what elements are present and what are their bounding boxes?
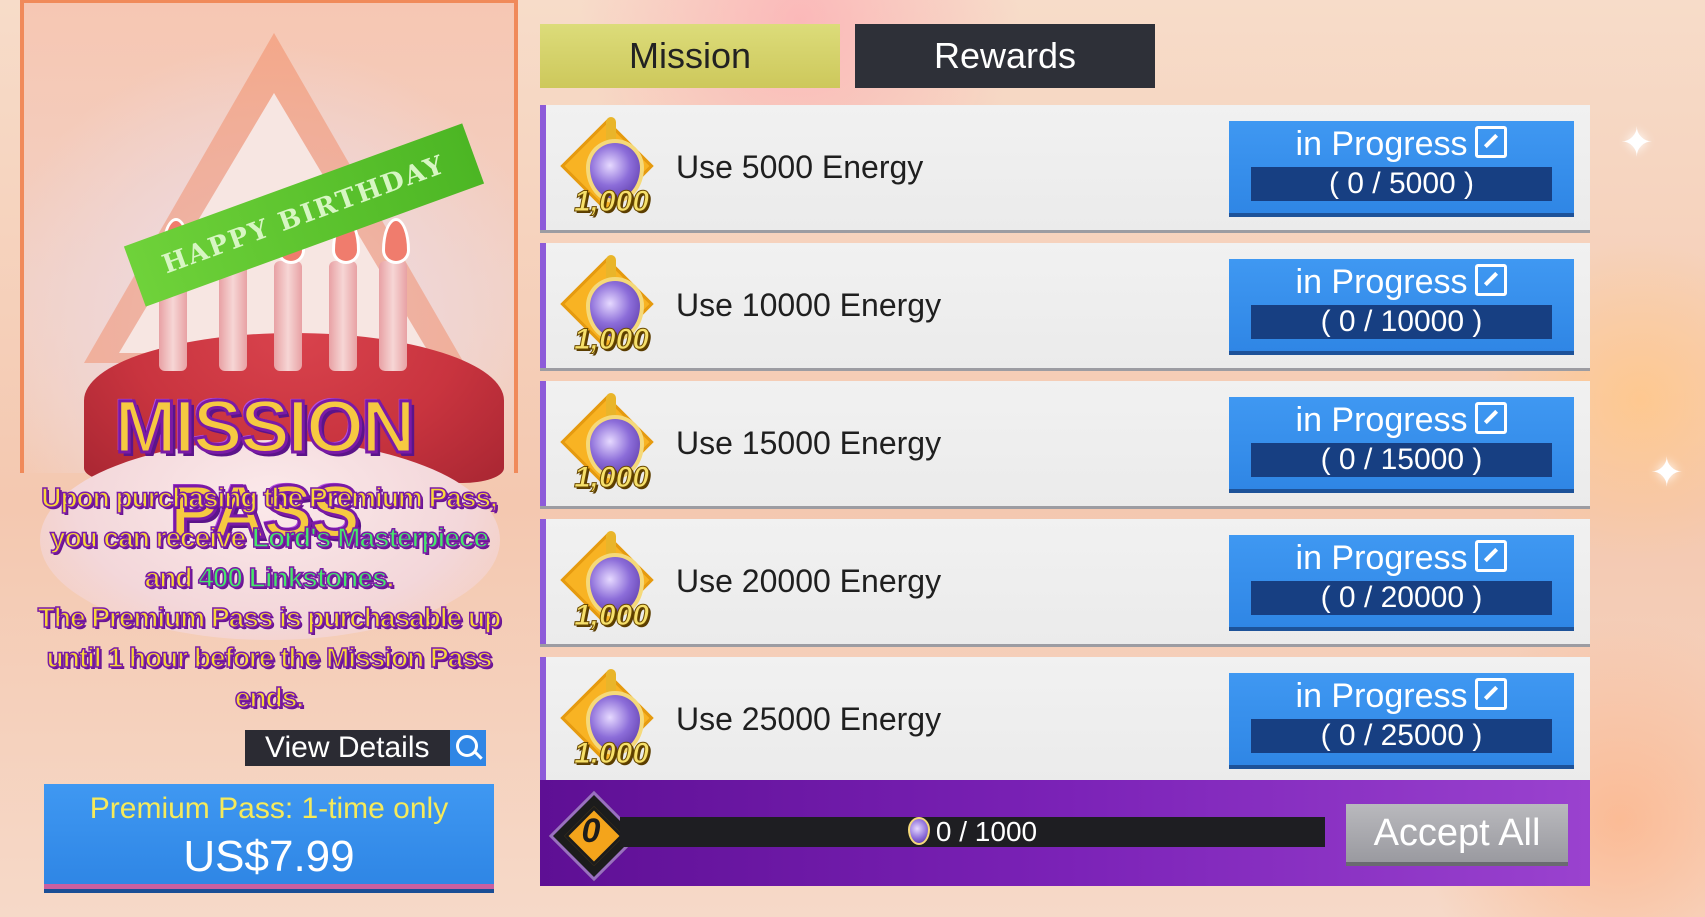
premium-pass-price: US$7.99	[183, 832, 355, 881]
view-details-button[interactable]: View Details	[245, 730, 486, 766]
status-header: in Progress	[1229, 259, 1574, 305]
external-link-icon	[1475, 402, 1508, 434]
reward-amount: 1,000	[573, 185, 650, 219]
search-icon	[449, 730, 486, 766]
status-header: in Progress	[1229, 535, 1574, 581]
desc-line: until 1 hour before the Mission Pass	[46, 641, 493, 674]
view-details-label: View Details	[245, 730, 450, 766]
accept-all-button[interactable]: Accept All	[1346, 804, 1568, 862]
mission-row: 1,000 Use 20000 Energy in Progress ( 0 /…	[540, 519, 1590, 644]
status-label: in Progress	[1295, 125, 1468, 163]
pass-progress-text: 0 / 1000	[620, 817, 1325, 847]
reward-amount: 1,000	[573, 461, 650, 495]
external-link-icon	[1475, 678, 1508, 710]
desc-text: and	[144, 561, 199, 594]
reward-amount: 1.000	[573, 737, 650, 771]
mission-progress: ( 0 / 15000 )	[1251, 443, 1552, 477]
pass-level: 0	[581, 812, 601, 850]
mission-label: Use 15000 Energy	[676, 425, 942, 461]
desc-text: .	[386, 561, 395, 594]
level-badge-icon: 0	[548, 790, 640, 882]
external-link-icon	[1475, 264, 1508, 296]
desc-line: and 400 Linkstones.	[24, 558, 514, 598]
status-header: in Progress	[1229, 397, 1574, 443]
mission-status-button[interactable]: in Progress ( 0 / 10000 )	[1229, 259, 1574, 351]
mission-row: 1,000 Use 5000 Energy in Progress ( 0 / …	[540, 105, 1590, 230]
mission-row: 1,000 Use 10000 Energy in Progress ( 0 /…	[540, 243, 1590, 368]
mission-status-button[interactable]: in Progress ( 0 / 5000 )	[1229, 121, 1574, 213]
desc-line: you can receive Lord's Masterpiece	[24, 518, 514, 558]
status-label: in Progress	[1295, 263, 1468, 301]
mission-status-button[interactable]: in Progress ( 0 / 15000 )	[1229, 397, 1574, 489]
mission-label: Use 5000 Energy	[676, 149, 924, 185]
mission-progress: ( 0 / 25000 )	[1251, 719, 1552, 753]
mission-progress: ( 0 / 20000 )	[1251, 581, 1552, 615]
sparkle-icon: ✦	[1650, 451, 1684, 495]
status-header: in Progress	[1229, 121, 1574, 167]
sparkle-icon: ✦	[1620, 121, 1654, 165]
desc-line: ends.	[234, 681, 305, 714]
mission-list: 1,000 Use 5000 Energy in Progress ( 0 / …	[540, 105, 1590, 795]
tab-mission[interactable]: Mission	[540, 24, 840, 88]
external-link-icon	[1475, 540, 1508, 572]
status-header: in Progress	[1229, 673, 1574, 719]
desc-highlight: 400 Linkstones	[197, 561, 388, 594]
buy-premium-pass-button[interactable]: Premium Pass: 1-time only US$7.99	[44, 784, 494, 889]
energy-gem-icon: 1,000	[560, 253, 659, 358]
status-label: in Progress	[1295, 677, 1468, 715]
energy-gem-icon: 1,000	[560, 115, 659, 220]
pass-progress-footer: 0 0 / 1000 Accept All	[540, 780, 1590, 886]
mission-row: 1.000 Use 25000 Energy in Progress ( 0 /…	[540, 657, 1590, 782]
reward-amount: 1,000	[573, 599, 650, 633]
energy-gem-icon: 1,000	[560, 529, 659, 634]
mission-status-button[interactable]: in Progress ( 0 / 25000 )	[1229, 673, 1574, 765]
desc-line: The Premium Pass is purchasable up	[37, 601, 502, 634]
mission-progress: ( 0 / 5000 )	[1251, 167, 1552, 201]
candle	[379, 261, 407, 371]
mission-pass-promo: HAPPY BIRTHDAY MISSION PASS Upon purchas…	[0, 0, 518, 917]
mission-label: Use 20000 Energy	[676, 563, 942, 599]
mission-label: Use 10000 Energy	[676, 287, 942, 323]
external-link-icon	[1475, 126, 1508, 158]
tab-rewards[interactable]: Rewards	[855, 24, 1155, 88]
mission-label: Use 25000 Energy	[676, 701, 942, 737]
pass-progress-bar: 0 / 1000	[620, 817, 1325, 847]
mission-status-button[interactable]: in Progress ( 0 / 20000 )	[1229, 535, 1574, 627]
candle	[329, 261, 357, 371]
energy-gem-icon: 1,000	[560, 391, 659, 496]
mission-progress: ( 0 / 10000 )	[1251, 305, 1552, 339]
desc-line: Upon purchasing the Premium Pass,	[40, 481, 498, 514]
status-label: in Progress	[1295, 539, 1468, 577]
desc-highlight: Lord's Masterpiece	[251, 521, 490, 554]
energy-gem-icon	[907, 817, 930, 845]
status-label: in Progress	[1295, 401, 1468, 439]
promo-description: Upon purchasing the Premium Pass, you ca…	[24, 478, 514, 718]
premium-pass-label: Premium Pass: 1-time only	[89, 792, 449, 825]
candle	[274, 261, 302, 371]
pass-points: 0 / 1000	[935, 816, 1038, 847]
energy-gem-icon: 1.000	[560, 667, 659, 772]
mission-row: 1,000 Use 15000 Energy in Progress ( 0 /…	[540, 381, 1590, 506]
reward-amount: 1,000	[573, 323, 650, 357]
desc-text: you can receive	[49, 521, 252, 554]
